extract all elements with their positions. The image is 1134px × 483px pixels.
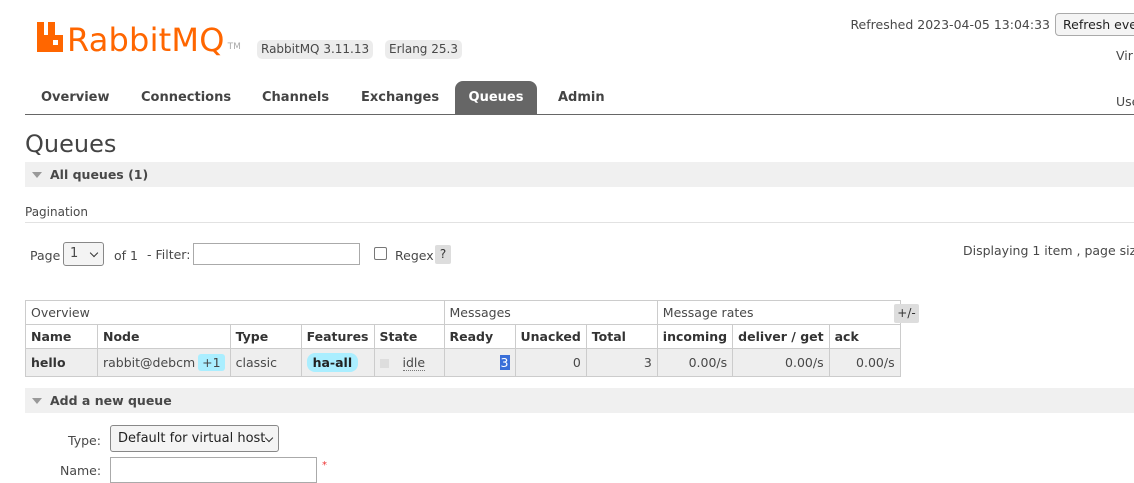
queue-state: idle <box>402 355 426 371</box>
required-marker: * <box>322 460 327 471</box>
toggle-columns-button[interactable]: +/- <box>894 304 919 323</box>
ready-count-cell: 3 <box>443 348 516 377</box>
policy-badge[interactable]: ha-all <box>306 353 359 372</box>
pagination-label: Pagination <box>25 205 88 219</box>
column-header-total[interactable]: Total <box>585 324 658 349</box>
rabbitmq-logo[interactable]: RabbitMQ TM <box>36 22 241 58</box>
ready-count: 3 <box>499 355 510 370</box>
total-count-cell: 3 <box>585 348 658 377</box>
page-number-value: 1 <box>70 246 79 261</box>
erlang-version-badge: Erlang 25.3 <box>385 40 462 59</box>
column-header-ready[interactable]: Ready <box>443 324 516 349</box>
queue-name-link[interactable]: hello <box>31 355 66 370</box>
queue-state-cell: idle <box>373 348 445 377</box>
collapse-triangle-icon <box>32 398 42 404</box>
tab-exchanges[interactable]: Exchanges <box>346 81 454 114</box>
chevron-down-icon <box>89 248 99 258</box>
tab-admin[interactable]: Admin <box>543 81 620 114</box>
queue-type-value: Default for virtual host <box>118 431 266 446</box>
tab-connections[interactable]: Connections <box>126 81 246 114</box>
queue-type-cell: classic <box>229 348 302 377</box>
rabbitmq-logo-icon <box>37 22 63 52</box>
collapse-triangle-icon <box>32 172 42 178</box>
virtual-host-label: Vir <box>1116 48 1133 63</box>
queue-type-label: Type: <box>68 433 101 448</box>
column-header-features[interactable]: Features <box>300 324 375 349</box>
version-badge: RabbitMQ 3.11.13 <box>257 40 374 59</box>
column-header-unacked[interactable]: Unacked <box>514 324 587 349</box>
chevron-down-icon <box>264 433 274 443</box>
group-header-overview: Overview <box>25 300 445 325</box>
group-header-message-rates: Message rates <box>656 300 901 325</box>
table-row[interactable]: hello rabbit@debcm +1 classic ha-all idle… <box>25 348 901 377</box>
column-header-ack[interactable]: ack <box>828 324 901 349</box>
tab-overview[interactable]: Overview <box>26 81 125 114</box>
all-queues-section-toggle[interactable]: All queues (1) <box>25 162 1134 187</box>
queue-node-cell: rabbit@debcm +1 <box>97 348 231 377</box>
regex-label: Regex <box>395 248 434 263</box>
all-queues-header: All queues (1) <box>50 167 149 182</box>
unacked-count-cell: 0 <box>514 348 587 377</box>
filter-label: - Filter: <box>147 247 191 262</box>
column-header-state[interactable]: State <box>373 324 445 349</box>
filter-input[interactable] <box>193 243 360 265</box>
queue-name-label: Name: <box>60 463 102 478</box>
queues-table: Overview Messages Message rates Name Nod… <box>25 300 901 377</box>
tab-channels[interactable]: Channels <box>247 81 344 114</box>
refreshed-timestamp: Refreshed 2023-04-05 13:04:33 <box>850 17 1050 32</box>
displaying-items-text: Displaying 1 item , page size <box>963 243 1134 258</box>
incoming-rate-cell: 0.00/s <box>656 348 734 377</box>
column-header-node[interactable]: Node <box>97 324 231 349</box>
deliver-get-rate-cell: 0.00/s <box>732 348 830 377</box>
page-number-select[interactable]: 1 <box>63 242 104 266</box>
group-header-messages: Messages <box>443 300 658 325</box>
state-indicator-icon <box>379 359 389 368</box>
queue-features-cell: ha-all <box>300 348 375 377</box>
column-header-incoming[interactable]: incoming <box>656 324 734 349</box>
column-header-type[interactable]: Type <box>229 324 302 349</box>
add-queue-header: Add a new queue <box>50 393 172 408</box>
regex-help-button[interactable]: ? <box>435 245 451 264</box>
queue-type-select[interactable]: Default for virtual host <box>110 425 279 452</box>
queue-name-input[interactable] <box>110 457 317 483</box>
mirror-count-badge: +1 <box>198 354 225 371</box>
logo-wordmark: RabbitMQ <box>67 21 225 59</box>
page-count-label: of 1 <box>114 248 138 263</box>
pagination-divider <box>25 222 1134 223</box>
column-header-name[interactable]: Name <box>25 324 98 349</box>
add-queue-section-toggle[interactable]: Add a new queue <box>25 388 1134 413</box>
queue-node: rabbit@debcm <box>103 355 196 370</box>
logo-trademark: TM <box>227 42 241 52</box>
ack-rate-cell: 0.00/s <box>828 348 901 377</box>
main-nav-tabs: Overview Connections Channels Exchanges … <box>25 81 1134 115</box>
regex-checkbox[interactable] <box>374 247 387 260</box>
page-title: Queues <box>25 130 117 158</box>
queue-name-cell[interactable]: hello <box>25 348 98 377</box>
page-label: Page <box>30 248 61 263</box>
refresh-interval-select[interactable]: Refresh every <box>1055 13 1134 36</box>
tab-queues[interactable]: Queues <box>455 81 537 114</box>
column-header-deliver-get[interactable]: deliver / get <box>732 324 830 349</box>
